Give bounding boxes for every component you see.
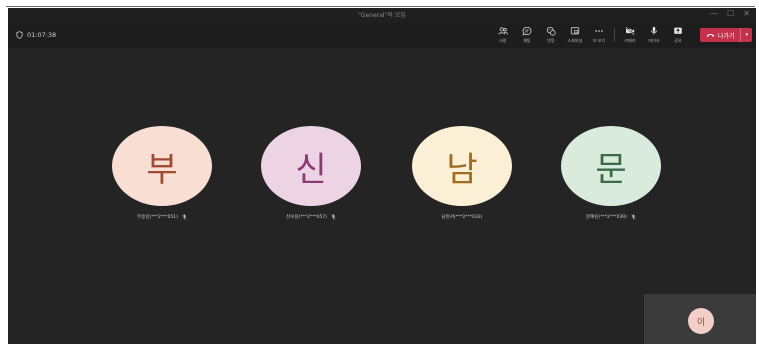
people-button[interactable]: 사람 bbox=[491, 26, 515, 44]
participant-avatar: 신 bbox=[261, 126, 361, 206]
participant-name-row: 문예린(***2***039) bbox=[586, 214, 636, 220]
maximize-button[interactable]: ☐ bbox=[727, 9, 734, 18]
leave-main[interactable]: 나가기 bbox=[700, 28, 741, 42]
participant-avatar: 부 bbox=[112, 126, 212, 206]
toolbar-actions: 사람 채팅 반응 소회의실 더 보기 카메라 마이크 공유 나가기 ▾ bbox=[491, 22, 752, 48]
share-button[interactable]: 공유 bbox=[666, 26, 690, 44]
participant-name-row: 부승민(***2***051) bbox=[137, 214, 187, 220]
participant-name: 부승민(***2***051) bbox=[137, 215, 178, 220]
participant-name: 문예린(***2***039) bbox=[586, 215, 627, 220]
call-timer: 01:07:38 bbox=[16, 31, 56, 39]
teams-meeting-window: "General"의 모임 — ☐ ✕ 01:07:38 사람 채팅 반응 소회… bbox=[8, 8, 756, 344]
participant-name-row: 남현서(***2***033) bbox=[442, 214, 483, 220]
breakout-rooms-icon bbox=[570, 27, 580, 35]
more-icon bbox=[595, 30, 603, 32]
close-button[interactable]: ✕ bbox=[743, 9, 750, 18]
participant-tile[interactable]: 부 부승민(***2***051) bbox=[112, 126, 212, 220]
window-controls: — ☐ ✕ bbox=[710, 9, 750, 18]
participant-tile[interactable]: 문 문예린(***2***039) bbox=[561, 126, 661, 220]
microphone-icon bbox=[651, 26, 657, 35]
chat-button[interactable]: 채팅 bbox=[515, 26, 539, 44]
leave-options-chevron[interactable]: ▾ bbox=[741, 32, 752, 38]
participant-avatar: 남 bbox=[412, 126, 512, 206]
hang-up-icon bbox=[706, 34, 715, 37]
camera-off-icon bbox=[625, 26, 635, 36]
camera-button[interactable]: 카메라 bbox=[618, 26, 642, 44]
screen: "General"의 모임 — ☐ ✕ 01:07:38 사람 채팅 반응 소회… bbox=[0, 0, 759, 346]
self-view-panel[interactable]: 이 bbox=[644, 294, 756, 344]
timer-text: 01:07:38 bbox=[27, 31, 57, 39]
participant-name: 남현서(***2***033) bbox=[441, 215, 483, 220]
toolbar-divider bbox=[613, 28, 615, 42]
microphone-label: 마이크 bbox=[648, 38, 660, 43]
leave-button[interactable]: 나가기 ▾ bbox=[699, 28, 752, 42]
meeting-stage: 부 부승민(***2***051) 신 신보윤(***2***057) 남 남현… bbox=[8, 48, 756, 344]
camera-label: 카메라 bbox=[624, 38, 636, 43]
participant-avatar: 문 bbox=[561, 126, 661, 206]
participant-tile[interactable]: 신 신보윤(***2***057) bbox=[261, 126, 361, 220]
meeting-toolbar: 01:07:38 사람 채팅 반응 소회의실 더 보기 카메라 마이크 공유 나… bbox=[8, 22, 756, 48]
more-button[interactable]: 더 보기 bbox=[587, 26, 611, 44]
participant-name-row: 신보윤(***2***057) bbox=[286, 214, 336, 220]
reactions-label: 반응 bbox=[547, 38, 555, 43]
people-label: 사람 bbox=[499, 38, 507, 43]
chat-icon bbox=[522, 26, 532, 36]
reactions-icon bbox=[546, 26, 556, 36]
window-border bbox=[6, 6, 755, 7]
microphone-off-icon bbox=[182, 214, 187, 220]
title-bar: "General"의 모임 — ☐ ✕ bbox=[8, 8, 756, 22]
microphone-off-icon bbox=[331, 214, 336, 220]
more-label: 더 보기 bbox=[592, 38, 606, 43]
people-icon bbox=[498, 27, 508, 35]
leave-label: 나가기 bbox=[717, 32, 735, 40]
breakout-rooms-label: 소회의실 bbox=[567, 38, 583, 43]
participant-name: 신보윤(***2***057) bbox=[286, 215, 327, 220]
microphone-button[interactable]: 마이크 bbox=[642, 26, 666, 44]
reactions-button[interactable]: 반응 bbox=[539, 26, 563, 44]
chat-label: 채팅 bbox=[523, 38, 531, 43]
participant-tile[interactable]: 남 남현서(***2***033) bbox=[412, 126, 512, 220]
minimize-button[interactable]: — bbox=[710, 9, 718, 18]
shield-icon bbox=[16, 31, 23, 39]
self-avatar: 이 bbox=[688, 308, 714, 334]
share-label: 공유 bbox=[674, 38, 682, 43]
breakout-rooms-button[interactable]: 소회의실 bbox=[563, 26, 587, 44]
microphone-off-icon bbox=[631, 214, 636, 220]
window-title: "General"의 모임 bbox=[358, 12, 406, 19]
share-icon bbox=[674, 27, 682, 34]
